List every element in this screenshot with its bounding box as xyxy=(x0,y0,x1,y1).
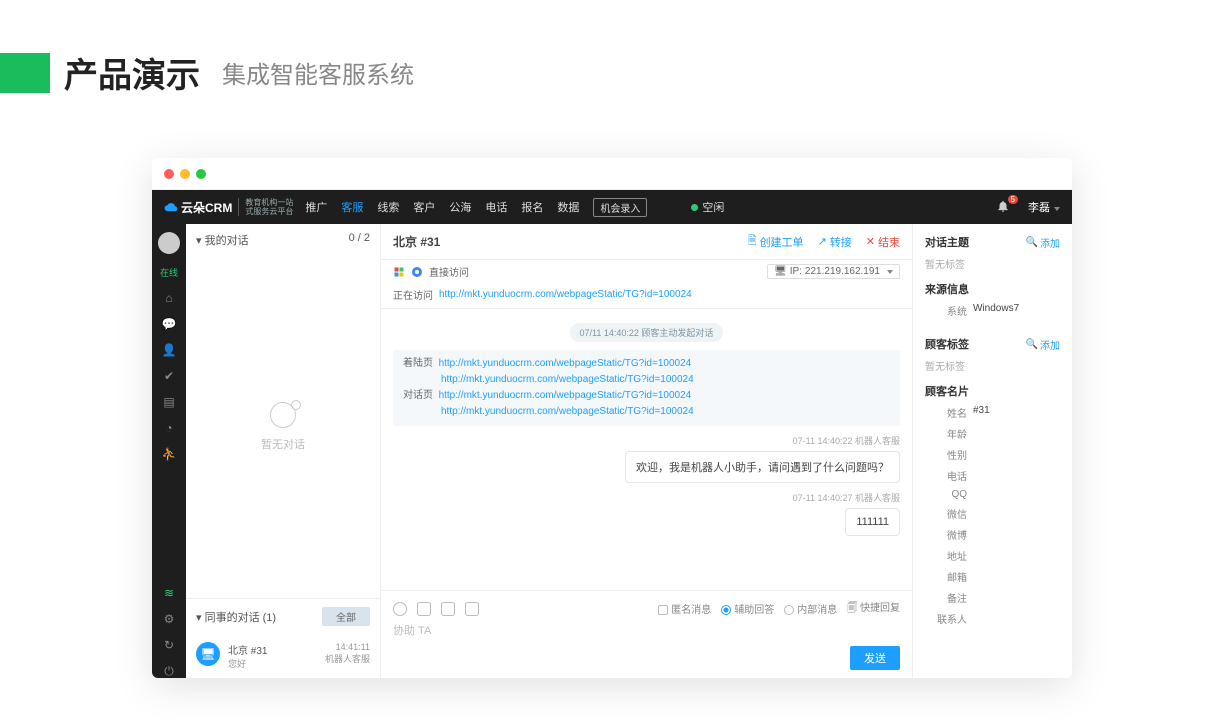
create-ticket-button[interactable]: 🗎 创建工单 xyxy=(748,232,804,251)
record-button[interactable]: 机会录入 xyxy=(593,198,647,217)
emoji-icon[interactable] xyxy=(393,602,407,616)
slide-subtitle: 集成智能客服系统 xyxy=(222,55,414,90)
ip-box[interactable]: 🖥 IP: 221.219.162.191 xyxy=(767,264,900,279)
close-dot[interactable] xyxy=(164,169,174,179)
calendar-icon[interactable]: ▤ xyxy=(162,395,176,409)
chrome-icon xyxy=(411,266,423,278)
send-button[interactable]: 发送 xyxy=(850,646,900,670)
nav-customers[interactable]: 客户 xyxy=(413,199,435,215)
topic-title: 对话主题 xyxy=(925,234,969,250)
chat-icon[interactable]: 💬 xyxy=(162,317,176,331)
notifications-button[interactable]: 5 xyxy=(996,199,1010,216)
gear-icon[interactable]: ⚙ xyxy=(162,612,176,626)
pie-icon[interactable]: ◔ xyxy=(162,421,176,435)
card-title: 顾客名片 xyxy=(925,383,969,399)
time-pill: 07/11 14:40:22 顾客主动发起对话 xyxy=(570,323,724,342)
conversation-item[interactable]: 🖥 北京 #31 您好 14:41:11 机器人客服 xyxy=(186,634,380,678)
visiting-label: 正在访问 xyxy=(393,287,433,302)
nav-leads[interactable]: 线索 xyxy=(377,199,399,215)
chat-input-bar: 匿名消息 辅助回答 内部消息 🗐 快捷回复 协助 TA 发送 xyxy=(381,590,912,678)
landing-link-2[interactable]: http://mkt.yunduocrm.com/webpageStatic/T… xyxy=(441,374,694,385)
top-nav: 云朵CRM 教育机构一站式服务云平台 推广 客服 线索 客户 公海 电话 报名 … xyxy=(152,190,1072,224)
message-input[interactable]: 协助 TA xyxy=(393,622,900,638)
source-title: 来源信息 xyxy=(925,281,969,297)
monitor-icon: 🖥 xyxy=(196,642,220,666)
landing-link-1[interactable]: http://mkt.yunduocrm.com/webpageStatic/T… xyxy=(439,358,692,369)
quick-reply-button[interactable]: 🗐 快捷回复 xyxy=(847,599,900,618)
window-chrome xyxy=(152,158,1072,190)
add-topic-button[interactable]: 🔍 添加 xyxy=(1026,235,1060,250)
slide-title: 产品演示 xyxy=(64,48,200,97)
user-menu[interactable]: 李磊 xyxy=(1028,199,1060,215)
empty-state: 暂无对话 xyxy=(186,256,380,598)
wifi-icon[interactable]: ≋ xyxy=(162,586,176,600)
attach-icon[interactable] xyxy=(441,602,455,616)
msg-meta-1: 07-11 14:40:22 机器人客服 xyxy=(393,434,900,447)
image-icon[interactable] xyxy=(417,602,431,616)
status-indicator[interactable]: 空闲 xyxy=(691,199,724,215)
bot-message-2: 111111 xyxy=(845,508,900,536)
no-cust-tag: 暂无标签 xyxy=(925,358,1060,373)
visiting-link[interactable]: http://mkt.yunduocrm.com/webpageStatic/T… xyxy=(439,289,692,300)
cust-tag-title: 顾客标签 xyxy=(925,336,969,352)
link-card: 着陆页 http://mkt.yunduocrm.com/webpageStat… xyxy=(393,350,900,426)
nav-signup[interactable]: 报名 xyxy=(521,199,543,215)
anon-checkbox[interactable]: 匿名消息 xyxy=(658,601,711,616)
direct-visit-label: 直接访问 xyxy=(429,264,469,279)
colleague-title[interactable]: ▾ 同事的对话 (1) xyxy=(196,609,276,625)
nav-service[interactable]: 客服 xyxy=(341,199,363,215)
power-icon[interactable]: ⏻ xyxy=(162,664,176,678)
chat-panel: 北京 #31 🗎 创建工单 ↗ 转接 ✕ 结束 直接访问 🖥 IP: 221.2… xyxy=(381,224,912,678)
nav-pool[interactable]: 公海 xyxy=(449,199,471,215)
chat-title: 北京 #31 xyxy=(393,233,440,250)
transfer-button[interactable]: ↗ 转接 xyxy=(818,232,852,251)
icon-rail: 在线 ⌂ 💬 👤 ✔ ▤ ◔ ⛹ ≋ ⚙ ↻ ⏻ xyxy=(152,224,186,678)
nav-phone[interactable]: 电话 xyxy=(485,199,507,215)
add-cust-tag-button[interactable]: 🔍 添加 xyxy=(1026,337,1060,352)
my-conv-title: ▾ 我的对话 xyxy=(196,232,249,248)
no-topic-tag: 暂无标签 xyxy=(925,256,1060,271)
dialog-link-1[interactable]: http://mkt.yunduocrm.com/webpageStatic/T… xyxy=(439,390,692,401)
title-accent xyxy=(0,53,50,93)
group-icon[interactable]: ⛹ xyxy=(162,447,176,461)
assist-radio[interactable]: 辅助回答 xyxy=(721,601,774,616)
chat-scroll[interactable]: 07/11 14:40:22 顾客主动发起对话 着陆页 http://mkt.y… xyxy=(381,309,912,590)
person-icon[interactable]: 👤 xyxy=(162,343,176,357)
msg-meta-2: 07-11 14:40:27 机器人客服 xyxy=(393,491,900,504)
windows-icon xyxy=(393,266,405,278)
online-status: 在线 xyxy=(160,266,178,279)
avatar[interactable] xyxy=(158,232,180,254)
internal-radio[interactable]: 内部消息 xyxy=(784,601,837,616)
dialog-link-2[interactable]: http://mkt.yunduocrm.com/webpageStatic/T… xyxy=(441,406,694,417)
notif-badge: 5 xyxy=(1008,195,1018,204)
home-icon[interactable]: ⌂ xyxy=(162,291,176,305)
nav-promo[interactable]: 推广 xyxy=(305,199,327,215)
minimize-dot[interactable] xyxy=(180,169,190,179)
logo[interactable]: 云朵CRM 教育机构一站式服务云平台 xyxy=(164,198,293,216)
all-button[interactable]: 全部 xyxy=(322,607,370,626)
cloud-icon xyxy=(164,200,178,214)
thumb-icon[interactable] xyxy=(465,602,479,616)
side-panel: 对话主题 🔍 添加 暂无标签 来源信息 系统Windows7 顾客标签 🔍 添加… xyxy=(912,224,1072,678)
check-icon[interactable]: ✔ xyxy=(162,369,176,383)
nav-data[interactable]: 数据 xyxy=(557,199,579,215)
refresh-icon[interactable]: ↻ xyxy=(162,638,176,652)
app-window: 云朵CRM 教育机构一站式服务云平台 推广 客服 线索 客户 公海 电话 报名 … xyxy=(152,158,1072,678)
end-button[interactable]: ✕ 结束 xyxy=(866,232,900,251)
conversation-panel: ▾ 我的对话 0 / 2 暂无对话 ▾ 同事的对话 (1) 全部 🖥 北京 #3… xyxy=(186,224,381,678)
bot-message-1: 欢迎，我是机器人小助手，请问遇到了什么问题吗？ xyxy=(625,451,900,483)
my-conv-count: 0 / 2 xyxy=(349,232,370,248)
empty-icon xyxy=(270,402,296,428)
zoom-dot[interactable] xyxy=(196,169,206,179)
